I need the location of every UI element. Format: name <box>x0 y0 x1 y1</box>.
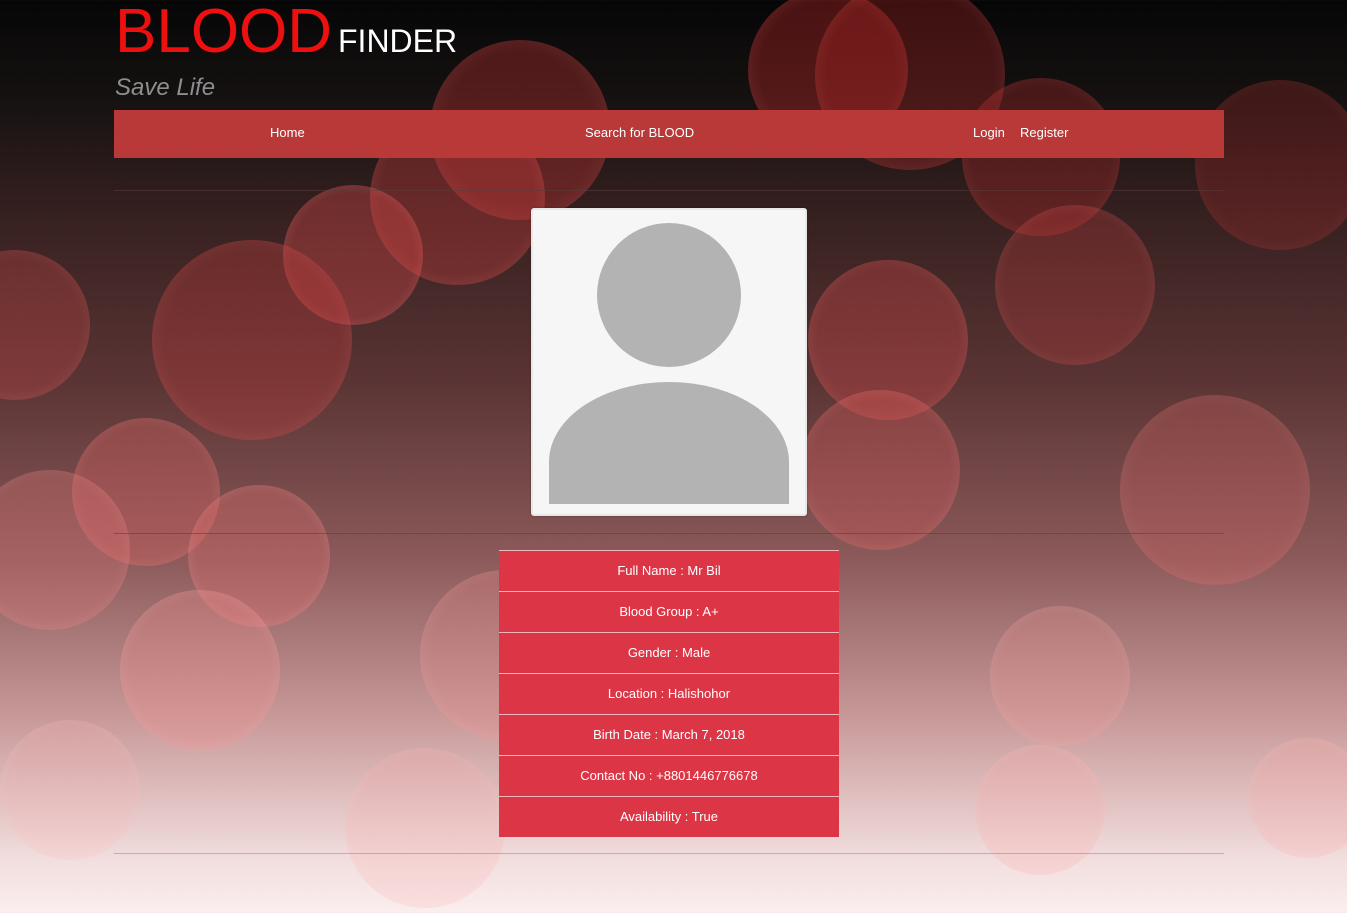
bokeh-circle <box>1248 738 1347 858</box>
info-location: Location : Halishohor <box>499 673 839 714</box>
brand-title-blood[interactable]: BLOOD <box>115 0 332 64</box>
bokeh-circle <box>72 418 220 566</box>
info-blood-group: Blood Group : A+ <box>499 591 839 632</box>
bokeh-circle <box>995 205 1155 365</box>
bokeh-circle <box>0 720 140 860</box>
bokeh-circle <box>808 260 968 420</box>
avatar-body-shape <box>549 382 789 504</box>
profile-photo <box>531 208 807 516</box>
nav-search-link[interactable]: Search for BLOOD <box>585 125 694 140</box>
bokeh-circle <box>188 485 330 627</box>
site-header: BLOOD FINDER Save Life <box>115 0 1225 110</box>
bokeh-circle <box>0 470 130 630</box>
info-birth-date: Birth Date : March 7, 2018 <box>499 714 839 755</box>
divider <box>114 533 1224 534</box>
info-availability: Availability : True <box>499 796 839 837</box>
divider <box>114 853 1224 854</box>
bokeh-circle <box>1120 395 1310 585</box>
bokeh-circle <box>152 240 352 440</box>
bokeh-circle <box>283 185 423 325</box>
info-full-name: Full Name : Mr Bil <box>499 550 839 591</box>
bokeh-circle <box>120 590 280 750</box>
nav-home-link[interactable]: Home <box>270 125 305 140</box>
bokeh-circle <box>800 390 960 550</box>
nav-login-link[interactable]: Login <box>973 125 1005 140</box>
profile-info-list: Full Name : Mr Bil Blood Group : A+ Gend… <box>499 550 839 837</box>
bokeh-circle <box>990 606 1130 746</box>
info-contact-no: Contact No : +8801446776678 <box>499 755 839 796</box>
brand-title-finder[interactable]: FINDER <box>338 24 457 58</box>
nav-register-link[interactable]: Register <box>1020 125 1068 140</box>
tagline: Save Life <box>115 74 216 101</box>
bokeh-circle <box>345 748 505 908</box>
avatar-head-shape <box>597 223 741 367</box>
divider <box>114 190 1224 191</box>
main-navbar: Home Search for BLOOD Login Register <box>114 110 1224 158</box>
bokeh-circle <box>975 745 1105 875</box>
bokeh-circle <box>0 250 90 400</box>
info-gender: Gender : Male <box>499 632 839 673</box>
